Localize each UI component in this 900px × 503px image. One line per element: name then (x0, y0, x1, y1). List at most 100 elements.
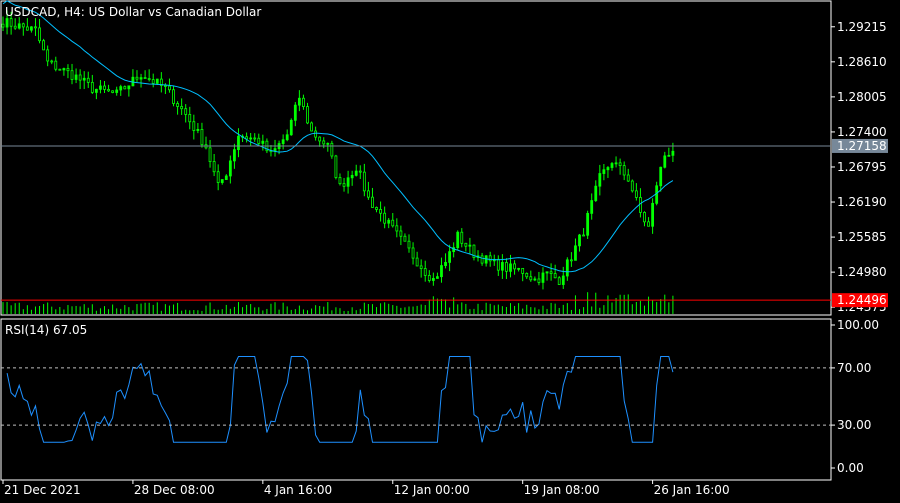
candle-body[interactable] (86, 77, 90, 83)
candle-body[interactable] (545, 271, 549, 274)
candle-body[interactable] (549, 271, 553, 274)
candle-body[interactable] (606, 167, 610, 171)
candle-body[interactable] (358, 170, 362, 173)
candle-body[interactable] (578, 234, 581, 247)
candle-body[interactable] (647, 221, 650, 227)
candle-body[interactable] (135, 76, 139, 80)
candle-body[interactable] (618, 162, 622, 167)
candle-body[interactable] (212, 161, 216, 173)
candle-body[interactable] (293, 104, 297, 121)
candle-body[interactable] (306, 106, 309, 124)
candle-body[interactable] (139, 77, 143, 80)
candle-body[interactable] (330, 142, 334, 157)
candle-body[interactable] (565, 259, 569, 277)
candle-body[interactable] (630, 180, 634, 192)
candle-body[interactable] (90, 81, 94, 93)
candle-body[interactable] (553, 273, 557, 279)
candle-body[interactable] (228, 160, 232, 177)
candle-body[interactable] (115, 89, 119, 93)
candle-body[interactable] (119, 86, 123, 91)
candle-body[interactable] (123, 86, 127, 90)
candle-body[interactable] (326, 142, 330, 145)
candle-body[interactable] (200, 129, 204, 146)
candle-body[interactable] (74, 74, 78, 80)
candle-body[interactable] (322, 140, 326, 145)
candle-body[interactable] (622, 165, 626, 176)
candle-body[interactable] (302, 97, 305, 107)
candle-body[interactable] (151, 79, 155, 84)
candle-body[interactable] (168, 85, 171, 91)
candle-body[interactable] (54, 60, 58, 70)
candle-body[interactable] (509, 263, 512, 272)
candle-body[interactable] (517, 267, 521, 270)
candle-body[interactable] (415, 257, 419, 267)
candle-body[interactable] (82, 77, 86, 81)
candle-body[interactable] (42, 40, 45, 51)
trading-chart[interactable]: 1.29215 1.28610 1.28005 1.27400 1.26795 1.261… (0, 0, 900, 500)
candle-body[interactable] (521, 267, 525, 274)
candle-body[interactable] (297, 97, 301, 106)
candle-body[interactable] (147, 78, 151, 80)
candle-body[interactable] (423, 268, 427, 276)
candle-body[interactable] (574, 245, 577, 261)
candle-body[interactable] (192, 121, 196, 131)
candle-body[interactable] (436, 276, 439, 279)
candle-body[interactable] (38, 27, 41, 42)
candle-body[interactable] (537, 278, 541, 283)
candle-body[interactable] (387, 219, 391, 224)
candle-body[interactable] (643, 212, 646, 223)
chart-canvas[interactable]: 1.29215 1.28610 1.28005 1.27400 1.26795 1.261… (0, 0, 900, 500)
candle-body[interactable] (586, 212, 590, 236)
candle-body[interactable] (500, 262, 504, 271)
candle-body[interactable] (253, 137, 257, 140)
candle-body[interactable] (103, 85, 106, 90)
candle-body[interactable] (17, 23, 21, 29)
candle-body[interactable] (224, 175, 228, 180)
candle-body[interactable] (456, 231, 460, 249)
candle-body[interactable] (180, 106, 184, 110)
candle-body[interactable] (50, 60, 54, 63)
candle-body[interactable] (464, 242, 468, 247)
candle-body[interactable] (163, 85, 167, 87)
candle-body[interactable] (460, 231, 464, 244)
candle-body[interactable] (529, 276, 533, 281)
candle-body[interactable] (383, 212, 387, 224)
candle-body[interactable] (655, 185, 659, 204)
candle-body[interactable] (285, 134, 289, 141)
candle-body[interactable] (21, 23, 25, 28)
candle-body[interactable] (314, 130, 318, 138)
candle-body[interactable] (610, 163, 614, 168)
candle-body[interactable] (667, 154, 671, 157)
candle-body[interactable] (5, 18, 9, 28)
candle-body[interactable] (395, 225, 399, 232)
candle-body[interactable] (659, 166, 663, 187)
candle-body[interactable] (70, 70, 74, 80)
candle-body[interactable] (354, 170, 358, 176)
candle-body[interactable] (184, 108, 188, 115)
candle-body[interactable] (111, 90, 115, 93)
candle-body[interactable] (375, 207, 378, 210)
candle-body[interactable] (310, 122, 313, 132)
candle-body[interactable] (107, 89, 110, 92)
candle-body[interactable] (281, 139, 285, 144)
candle-body[interactable] (427, 274, 431, 281)
candle-body[interactable] (94, 88, 98, 93)
candle-body[interactable] (671, 150, 675, 156)
candle-body[interactable] (399, 230, 403, 237)
candle-body[interactable] (216, 171, 220, 183)
candle-body[interactable] (598, 173, 602, 187)
candle-body[interactable] (362, 171, 366, 192)
candle-body[interactable] (143, 77, 147, 80)
candle-body[interactable] (480, 255, 484, 264)
candle-body[interactable] (634, 190, 638, 198)
candle-body[interactable] (346, 177, 350, 187)
candle-body[interactable] (62, 68, 66, 71)
candle-body[interactable] (127, 85, 131, 90)
candle-body[interactable] (155, 78, 159, 84)
candle-body[interactable] (448, 251, 452, 263)
candle-body[interactable] (468, 244, 472, 247)
candle-body[interactable] (533, 278, 537, 281)
candle-body[interactable] (289, 119, 293, 136)
candle-body[interactable] (444, 261, 447, 266)
candle-body[interactable] (614, 162, 618, 165)
